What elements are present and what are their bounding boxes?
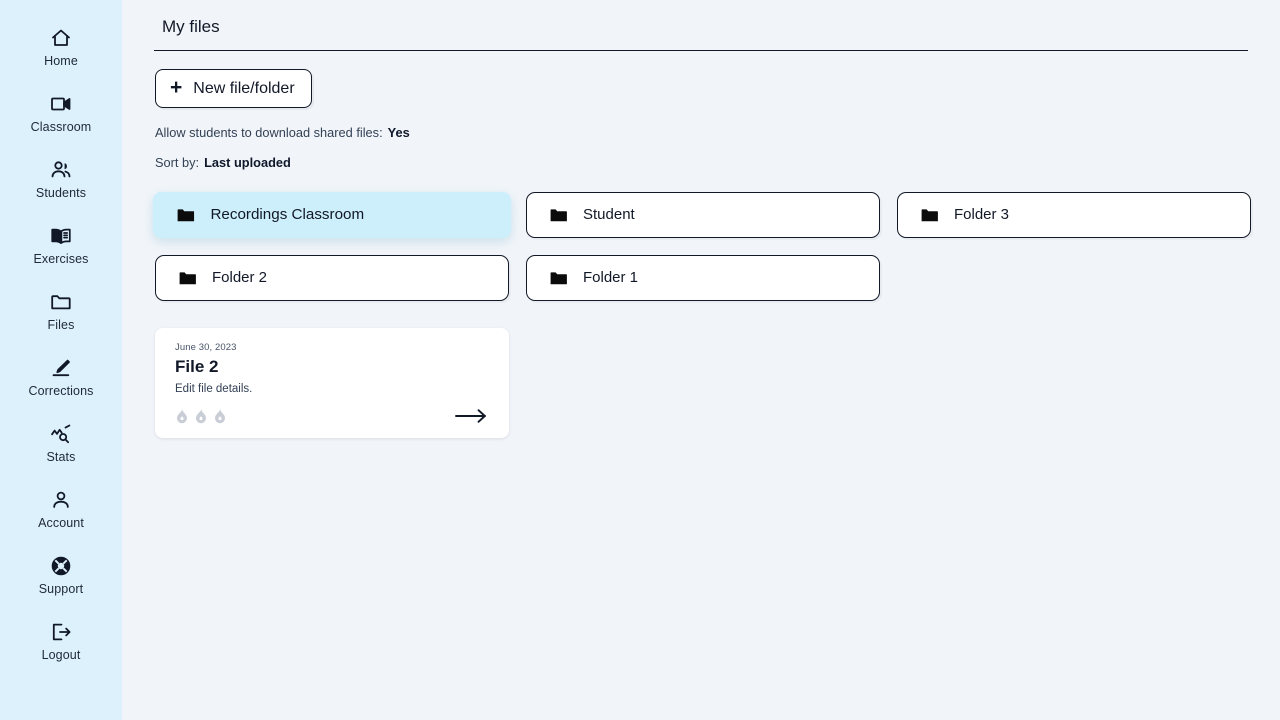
sidebar-item-students[interactable]: Students: [0, 146, 122, 212]
sidebar-item-files[interactable]: Files: [0, 278, 122, 344]
folder-name: Folder 3: [954, 206, 1010, 223]
sidebar-item-stats[interactable]: Stats: [0, 410, 122, 476]
sidebar-item-label: Logout: [41, 648, 81, 662]
sidebar-item-label: Stats: [46, 450, 76, 464]
allow-download-row: Allow students to download shared files:…: [155, 125, 1248, 141]
allow-download-value[interactable]: Yes: [388, 125, 410, 140]
folder-icon: [177, 206, 195, 223]
sidebar-item-label: Classroom: [30, 120, 92, 134]
file-grid: June 30, 2023 File 2 Edit file details.: [155, 328, 1248, 438]
file-card-footer: [175, 406, 491, 426]
sidebar-item-label: Account: [38, 516, 84, 530]
title-divider: [154, 50, 1248, 51]
lifebuoy-icon: [49, 554, 73, 578]
sort-by-row: Sort by: Last uploaded: [155, 155, 1248, 171]
flame-rating: [175, 407, 227, 425]
file-title: File 2: [175, 357, 219, 376]
folder-name: Folder 1: [583, 269, 639, 286]
sort-by-value[interactable]: Last uploaded: [204, 155, 291, 170]
person-icon: [49, 488, 73, 512]
folder-card-folder-3[interactable]: Folder 3: [897, 192, 1251, 238]
file-date: June 30, 2023: [175, 342, 237, 353]
pencil-icon: [49, 356, 73, 380]
flame-icon: [213, 407, 227, 425]
sidebar-item-label: Home: [44, 54, 78, 68]
page-title: My files: [162, 17, 220, 36]
home-icon: [49, 26, 73, 50]
folder-card-folder-2[interactable]: Folder 2: [155, 255, 509, 301]
folder-outline-icon: [49, 290, 73, 314]
folder-card-recordings-classroom[interactable]: Recordings Classroom: [152, 191, 512, 239]
folder-card-student[interactable]: Student: [526, 192, 880, 238]
new-file-folder-label: New file/folder: [193, 79, 295, 97]
open-book-icon: [49, 224, 73, 248]
file-subtitle: Edit file details.: [175, 383, 253, 395]
folder-name: Student: [583, 206, 635, 223]
flame-icon: [194, 407, 208, 425]
allow-download-label: Allow students to download shared files:: [155, 125, 383, 140]
sidebar-item-exercises[interactable]: Exercises: [0, 212, 122, 278]
folder-icon: [550, 207, 567, 224]
sidebar-item-label: Exercises: [33, 252, 89, 266]
sidebar-item-classroom[interactable]: Classroom: [0, 80, 122, 146]
sidebar-item-home[interactable]: Home: [0, 14, 122, 80]
folder-icon: [550, 270, 567, 287]
sidebar-item-account[interactable]: Account: [0, 476, 122, 542]
sidebar-item-label: Corrections: [28, 384, 94, 398]
folder-name: Folder 2: [212, 269, 268, 286]
sidebar-item-label: Support: [38, 582, 84, 596]
folder-card-folder-1[interactable]: Folder 1: [526, 255, 880, 301]
sidebar-item-label: Files: [47, 318, 75, 332]
new-file-folder-button[interactable]: + New file/folder: [155, 69, 312, 108]
folder-icon: [179, 270, 196, 287]
users-icon: [49, 158, 73, 182]
arrow-right-icon[interactable]: [453, 406, 489, 426]
logout-arrow-icon: [49, 620, 73, 644]
sidebar: Home Classroom Students Exercises Files …: [0, 0, 122, 720]
video-camera-icon: [49, 92, 73, 116]
main-content: My files + New file/folder Allow student…: [122, 0, 1280, 720]
sidebar-item-logout[interactable]: Logout: [0, 608, 122, 674]
sidebar-item-corrections[interactable]: Corrections: [0, 344, 122, 410]
file-card-file-2[interactable]: June 30, 2023 File 2 Edit file details.: [155, 328, 509, 438]
folder-icon: [921, 207, 938, 224]
chart-search-icon: [49, 422, 73, 446]
sidebar-item-label: Students: [35, 186, 87, 200]
folder-grid: Recordings Classroom Student Folder 3 Fo…: [152, 191, 1251, 301]
sort-by-label: Sort by:: [155, 155, 200, 170]
flame-icon: [175, 407, 189, 425]
sidebar-item-support[interactable]: Support: [0, 542, 122, 608]
folder-name: Recordings Classroom: [210, 205, 365, 224]
